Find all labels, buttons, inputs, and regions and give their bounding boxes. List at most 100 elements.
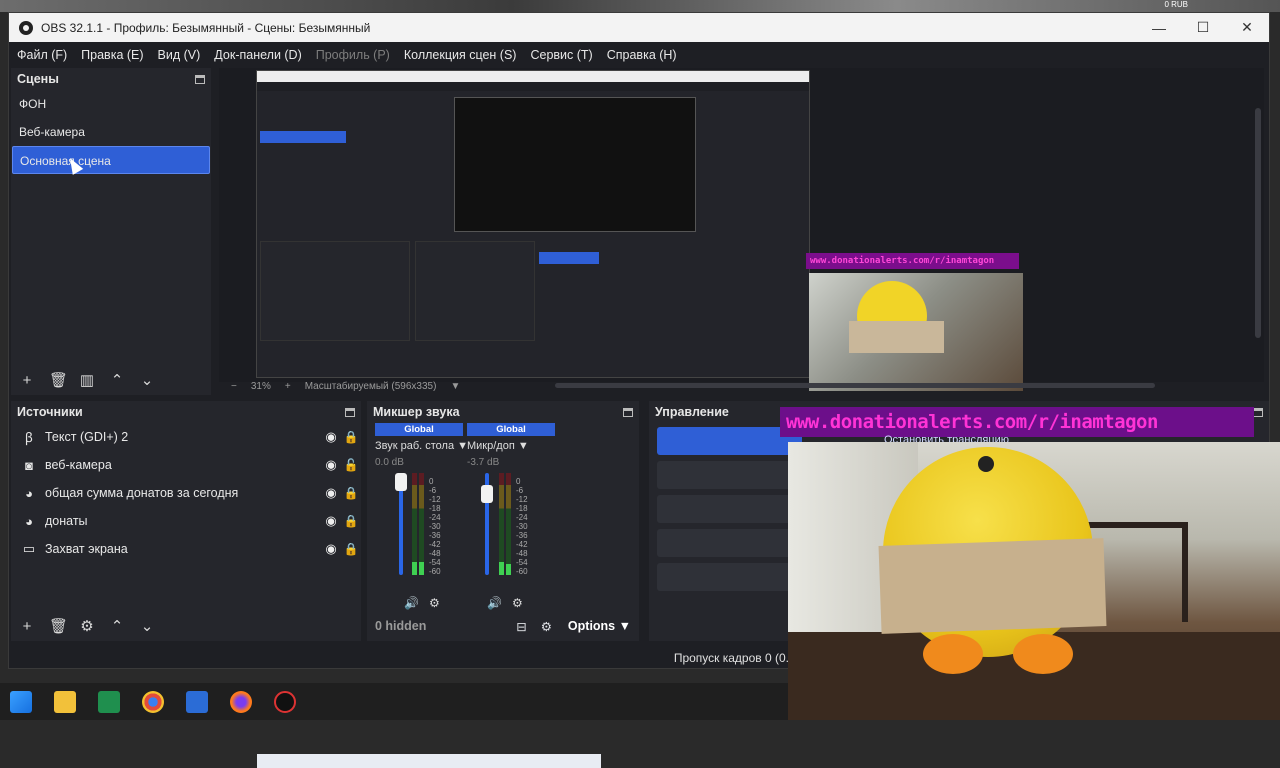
move-up-icon[interactable]: ⌃ <box>109 371 125 389</box>
speaker-icon[interactable]: 🔊 <box>404 596 419 610</box>
nested-selected-scene <box>260 131 346 143</box>
sources-header: Источники <box>11 401 361 423</box>
options-button[interactable]: Options ▼ <box>568 619 631 633</box>
move-down-icon[interactable]: ⌄ <box>139 617 155 635</box>
chevron-down-icon: ▼ <box>517 440 529 452</box>
scale-mode: Масштабируемый (596x335) <box>304 380 437 392</box>
remove-source-icon[interactable]: 🗑 <box>49 617 68 635</box>
desktop-background: 0 RUB <box>0 0 1280 12</box>
volume-slider[interactable] <box>481 473 495 575</box>
maximize-icon[interactable]: ☐ <box>1181 19 1225 36</box>
menu-file[interactable]: Файл (F) <box>17 48 67 62</box>
menu-profile[interactable]: Профиль (P) <box>316 48 390 62</box>
control-button[interactable] <box>657 529 802 557</box>
lock-icon[interactable]: 🔒 <box>341 430 361 444</box>
scene-filters-icon[interactable]: ▥ <box>79 371 95 389</box>
visibility-eye-icon[interactable]: ◉ <box>321 513 341 529</box>
move-up-icon[interactable]: ⌃ <box>109 617 125 635</box>
menu-bar: Файл (F) Правка (E) Вид (V) Док-панели (… <box>9 42 1269 67</box>
obs-taskbar-icon[interactable] <box>274 690 296 713</box>
nested-preview <box>454 97 696 232</box>
window-title: OBS 32.1.1 - Профиль: Безымянный - Сцены… <box>41 20 371 35</box>
control-button[interactable] <box>657 563 802 591</box>
preview-horizontal-scrollbar[interactable] <box>555 383 1155 388</box>
visibility-eye-icon[interactable]: ◉ <box>321 541 341 557</box>
lock-icon[interactable]: 🔒 <box>341 514 361 528</box>
menu-scene-collection[interactable]: Коллекция сцен (S) <box>404 48 517 62</box>
source-item[interactable]: ◕ общая сумма донатов за сегодня ◉ 🔒 <box>11 479 361 507</box>
add-source-icon[interactable]: + <box>19 618 35 635</box>
undock-icon[interactable] <box>1253 407 1263 417</box>
browser-icon: ◕ <box>25 513 33 529</box>
visibility-eye-icon[interactable]: ◉ <box>321 429 341 445</box>
channel-name[interactable]: Звук раб. стола ▼ <box>375 440 468 452</box>
channel-settings-icon[interactable]: ⚙ <box>512 596 523 610</box>
source-label: Захват экрана <box>45 542 128 556</box>
text-icon: ꞵ <box>24 430 34 445</box>
scenes-toolbar: + 🗑 ▥ ⌃ ⌄ <box>11 365 211 395</box>
advanced-audio-icon[interactable]: ⚙ <box>541 619 552 634</box>
chrome-icon[interactable] <box>142 690 164 713</box>
layout-icon[interactable]: ⊟ <box>516 619 526 634</box>
remove-scene-icon[interactable]: 🗑 <box>49 371 68 389</box>
menu-view[interactable]: Вид (V) <box>158 48 201 62</box>
nested-webcam <box>809 273 1023 391</box>
close-icon[interactable]: ✕ <box>1225 19 1269 36</box>
undock-icon[interactable] <box>623 407 633 417</box>
source-label: общая сумма донатов за сегодня <box>45 486 239 500</box>
undock-icon[interactable] <box>345 407 355 417</box>
channel-settings-icon[interactable]: ⚙ <box>429 596 440 610</box>
source-item[interactable]: ꞵ Текст (GDI+) 2 ◉ 🔒 <box>11 423 361 451</box>
visibility-eye-icon[interactable]: ◉ <box>321 457 341 473</box>
excel-icon[interactable] <box>98 690 120 713</box>
firefox-icon[interactable] <box>230 690 252 713</box>
volume-slider[interactable] <box>395 473 409 575</box>
lock-icon[interactable]: 🔒 <box>341 542 361 556</box>
zoom-in-icon[interactable]: + <box>285 381 291 392</box>
menu-tools[interactable]: Сервис (T) <box>530 48 592 62</box>
title-bar: OBS 32.1.1 - Профиль: Безымянный - Сцены… <box>9 13 1269 42</box>
scenes-header: Сцены <box>11 68 211 90</box>
file-explorer-icon[interactable] <box>54 690 76 713</box>
control-button[interactable] <box>657 495 802 523</box>
browser-icon: ◕ <box>25 485 33 501</box>
channel-tag: Global <box>375 423 463 436</box>
monitor-icon: ▭ <box>22 541 36 556</box>
source-item[interactable]: ◕ донаты ◉ 🔒 <box>11 507 361 535</box>
add-scene-icon[interactable]: + <box>19 372 35 389</box>
zoom-out-icon[interactable]: − <box>231 381 237 392</box>
nested-taskbar <box>257 754 601 768</box>
menu-help[interactable]: Справка (H) <box>607 48 677 62</box>
level-meter <box>412 473 417 575</box>
source-item[interactable]: ◙ веб-камера ◉ 🔓 <box>11 451 361 479</box>
control-button[interactable] <box>657 461 802 489</box>
dropped-frames: Пропуск кадров 0 (0. <box>673 650 789 665</box>
lock-icon[interactable]: 🔒 <box>341 486 361 500</box>
undock-icon[interactable] <box>195 74 205 84</box>
scene-item-fon[interactable]: ФОН <box>12 90 210 118</box>
scale-dropdown-icon[interactable]: ▼ <box>450 381 460 392</box>
scene-item-main[interactable]: Основная сцена <box>12 146 210 174</box>
source-item[interactable]: ▭ Захват экрана ◉ 🔒 <box>11 535 361 563</box>
nested-donation-banner: www.donationalerts.com/r/inamtagon <box>806 253 1019 269</box>
channel-name[interactable]: Микр/доп ▼ <box>467 440 555 452</box>
channel-db: -3.7 dB <box>467 457 500 468</box>
source-properties-icon[interactable]: ⚙ <box>79 617 95 635</box>
unlock-icon[interactable]: 🔓 <box>341 458 361 472</box>
visibility-eye-icon[interactable]: ◉ <box>321 485 341 501</box>
windows-taskbar <box>0 683 788 720</box>
speaker-icon[interactable]: 🔊 <box>487 596 502 610</box>
word-icon[interactable] <box>186 690 208 713</box>
source-label: веб-камера <box>45 458 112 472</box>
menu-docks[interactable]: Док-панели (D) <box>214 48 301 62</box>
menu-edit[interactable]: Правка (E) <box>81 48 143 62</box>
scene-item-webcam[interactable]: Веб-камера <box>12 118 210 146</box>
minimize-icon[interactable]: — <box>1137 20 1181 36</box>
paper-sign <box>878 538 1107 634</box>
webcam-overlay <box>788 442 1280 720</box>
level-meter <box>506 473 511 575</box>
move-down-icon[interactable]: ⌄ <box>139 371 155 389</box>
start-icon[interactable] <box>10 690 32 713</box>
sources-title: Источники <box>17 405 83 419</box>
preview-vertical-scrollbar[interactable] <box>1255 108 1261 338</box>
